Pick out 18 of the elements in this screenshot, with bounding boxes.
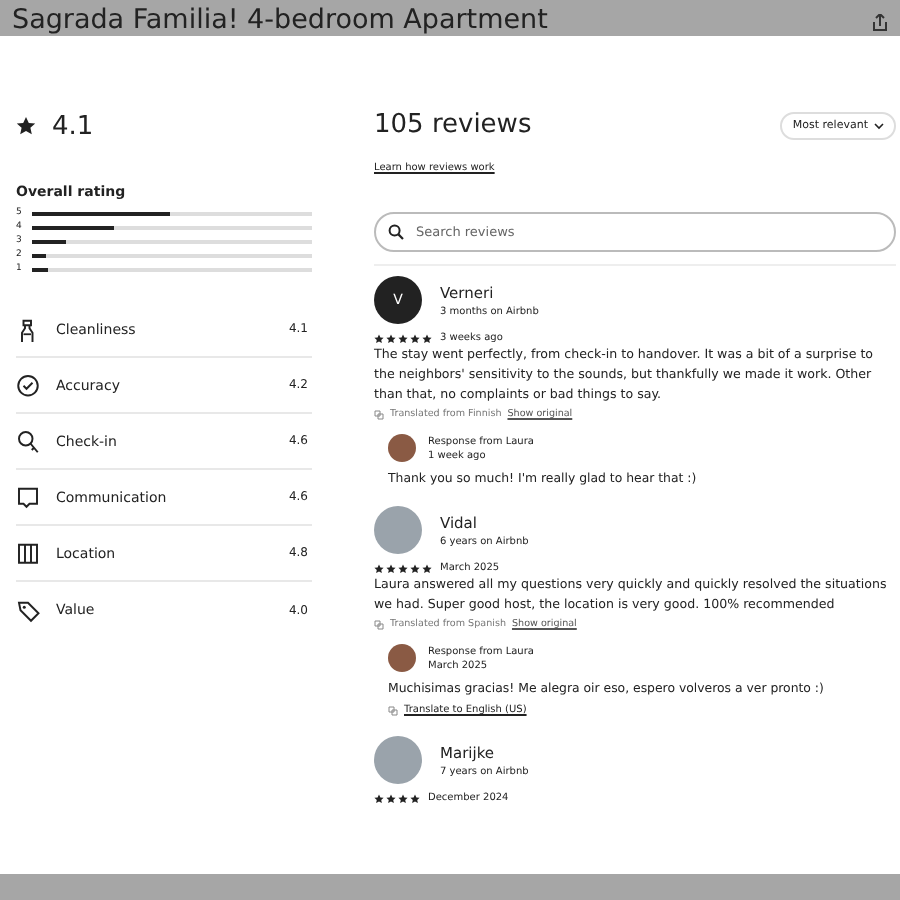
chevron-down-icon xyxy=(874,122,884,130)
translate-icon xyxy=(388,705,398,715)
photo-placeholder[interactable] xyxy=(374,506,422,554)
host-photo-placeholder xyxy=(388,644,416,672)
host-photo-placeholder xyxy=(388,434,416,462)
share-icon[interactable] xyxy=(872,14,888,32)
average-rating: 4.1 xyxy=(52,111,94,141)
communication-icon xyxy=(16,484,40,510)
photo-placeholder[interactable] xyxy=(374,736,422,784)
value-icon xyxy=(16,597,40,623)
accuracy-icon xyxy=(16,372,40,398)
location-icon xyxy=(16,540,40,566)
translate-icon xyxy=(374,620,384,630)
page-title: Sagrada Familia! 4-bedroom Apartment xyxy=(12,4,548,36)
translate-icon xyxy=(374,410,384,420)
reviews-count-title: 105 reviews xyxy=(374,112,532,140)
checkin-icon xyxy=(16,428,40,454)
star-icon xyxy=(16,116,36,136)
